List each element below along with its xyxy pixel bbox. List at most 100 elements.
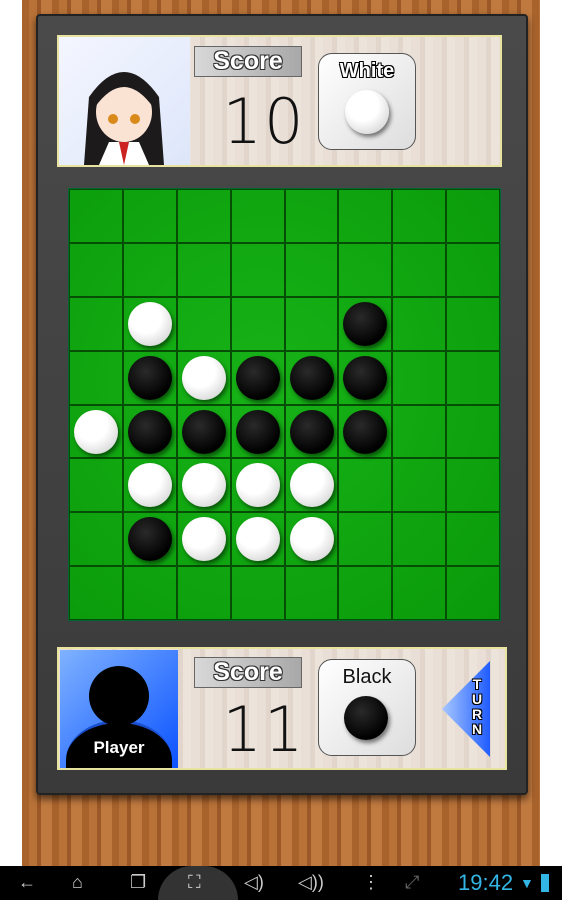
board-cell[interactable] [69,350,123,405]
board-cell[interactable] [69,296,123,351]
volume-up-icon[interactable]: ◁)) [298,872,324,893]
black-stone-icon [344,696,388,740]
board-cell[interactable] [230,242,285,297]
board-cell[interactable] [284,350,339,405]
board-cell[interactable] [230,404,285,459]
black-stone [127,409,172,454]
board-cell[interactable] [176,404,231,459]
board-cell[interactable] [122,242,177,297]
board-cell[interactable] [392,189,447,243]
screenshot-icon[interactable]: ⛶ [188,872,201,893]
board-cell[interactable] [69,566,123,620]
board-cell[interactable] [176,350,231,405]
board-cell[interactable] [392,242,447,297]
person-head [89,666,149,726]
board-cell[interactable] [69,189,123,243]
board-cell[interactable] [338,296,393,351]
board-cell[interactable] [122,458,177,513]
board-cell[interactable] [122,350,177,405]
board-cell[interactable] [69,512,123,567]
board-cell[interactable] [446,296,500,351]
board-cell[interactable] [392,350,447,405]
board-cell[interactable] [446,242,500,297]
board-cell[interactable] [338,189,393,243]
white-stone [235,517,280,562]
board-cell[interactable] [176,458,231,513]
board-cell[interactable] [176,242,231,297]
player-color-box: Black [318,659,416,756]
board-cell[interactable] [392,458,447,513]
white-stone [74,409,118,454]
black-stone [235,355,280,400]
volume-down-icon[interactable]: ◁) [244,872,264,893]
board-cell[interactable] [392,296,447,351]
board-cell[interactable] [338,458,393,513]
board-cell[interactable] [284,458,339,513]
player-panel: Player Score 11 Black TURN [57,647,507,770]
black-stone [181,409,226,454]
board-cell[interactable] [284,566,339,620]
black-stone [343,409,388,454]
clock: 19:42 [458,870,514,895]
game-board[interactable] [68,188,501,621]
opponent-color-box: White [318,53,416,150]
board-cell[interactable] [69,458,123,513]
board-cell[interactable] [392,404,447,459]
board-cell[interactable] [446,566,500,620]
board-cell[interactable] [284,404,339,459]
recent-apps-icon[interactable]: ❐ [130,872,146,893]
board-cell[interactable] [338,566,393,620]
board-cell[interactable] [284,512,339,567]
board-cell[interactable] [284,189,339,243]
board-cell[interactable] [446,458,500,513]
board-cell[interactable] [176,512,231,567]
board-cell[interactable] [230,296,285,351]
white-stone [181,355,226,400]
board-cell[interactable] [446,512,500,567]
back-icon[interactable]: ← [18,872,36,893]
board-cell[interactable] [122,566,177,620]
board-cell[interactable] [338,350,393,405]
player-name: Player [93,738,145,757]
board-cell[interactable] [69,404,123,459]
turn-label: TURN [471,676,483,737]
board-cell[interactable] [176,566,231,620]
menu-icon[interactable]: ⋮ [362,872,380,893]
fullscreen-icon[interactable]: ⤢ [405,872,419,893]
opponent-color-label: White [339,60,395,82]
board-cell[interactable] [338,512,393,567]
board-cell[interactable] [446,189,500,243]
board-cell[interactable] [122,189,177,243]
board-cell[interactable] [338,242,393,297]
board-cell[interactable] [122,404,177,459]
black-stone [343,301,388,346]
board-cell[interactable] [446,350,500,405]
board-cell[interactable] [176,296,231,351]
board-cell[interactable] [230,512,285,567]
board-cell[interactable] [446,404,500,459]
board-cell[interactable] [176,189,231,243]
board-cell[interactable] [284,242,339,297]
board-cell[interactable] [230,189,285,243]
white-stone [127,301,172,346]
board-cell[interactable] [230,566,285,620]
board-cell[interactable] [284,296,339,351]
board-cell[interactable] [69,242,123,297]
board-cell[interactable] [122,512,177,567]
board-cell[interactable] [392,566,447,620]
player-color-label: Black [342,666,392,688]
board-cell[interactable] [338,404,393,459]
home-icon[interactable]: ⌂ [72,872,83,893]
white-stone-icon [345,90,389,134]
board-cell[interactable] [122,296,177,351]
opponent-score-label: Score [194,46,302,77]
white-stone [181,517,226,562]
opponent-panel: Score 10 White [57,35,502,167]
black-stone [127,517,172,562]
board-cell[interactable] [392,512,447,567]
opponent-avatar [59,37,190,165]
system-status-bar: ← ⌂ ❐ ⛶ ◁) ◁)) ⋮ ⤢ 19:42 ▼ [0,866,562,900]
board-cell[interactable] [230,458,285,513]
board-cell[interactable] [230,350,285,405]
player-score: 11 [222,693,306,766]
